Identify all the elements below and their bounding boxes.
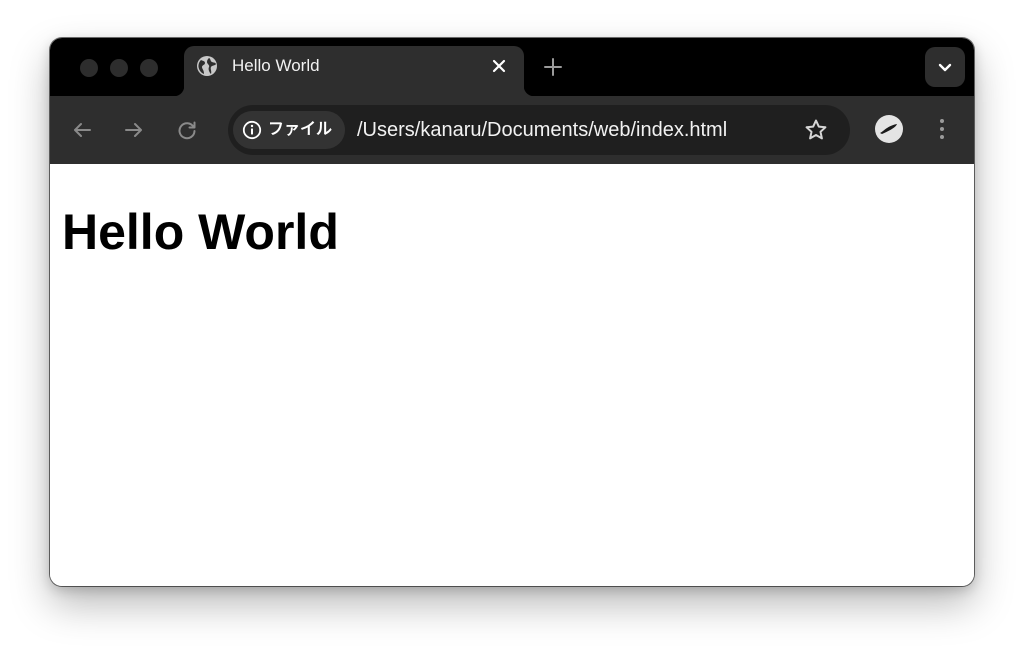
tab-title: Hello World [232,56,320,75]
globe-icon [196,55,218,77]
site-info-chip[interactable]: ファイル [233,111,345,149]
kebab-menu-icon[interactable] [930,116,954,142]
scheme-chip-label: ファイル [268,121,333,138]
page-heading: Hello World [62,204,339,260]
toolbar: ファイル /Users/kanaru/Documents/web/index.h… [50,96,974,164]
info-icon [242,120,262,140]
browser-window: Hello World ファイル /Users/kanaru/Documents… [50,38,974,586]
back-arrow-icon[interactable] [70,118,94,142]
url-text[interactable]: /Users/kanaru/Documents/web/index.html [357,118,727,142]
tab-search-button[interactable] [925,47,965,87]
window-zoom-dot[interactable] [140,59,158,77]
tab-close-icon[interactable] [490,57,508,75]
address-bar[interactable]: ファイル /Users/kanaru/Documents/web/index.h… [228,105,850,155]
tab-active[interactable]: Hello World [174,46,534,96]
reload-icon[interactable] [175,118,199,142]
new-tab-plus-icon[interactable] [543,57,563,77]
chevron-down-icon [938,63,952,72]
forward-arrow-icon[interactable] [122,118,146,142]
page-content: Hello World [50,164,974,586]
tab-strip: Hello World [50,38,974,96]
window-close-dot[interactable] [80,59,98,77]
bookmark-star-icon[interactable] [804,118,828,142]
window-minimize-dot[interactable] [110,59,128,77]
profile-avatar-icon[interactable] [874,114,904,144]
